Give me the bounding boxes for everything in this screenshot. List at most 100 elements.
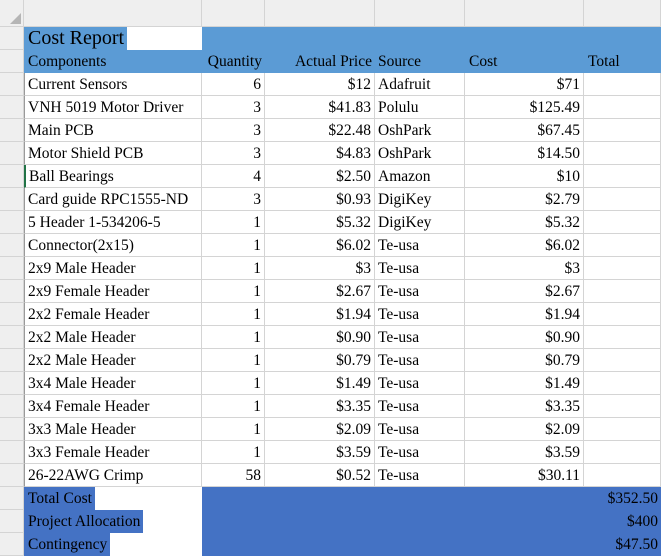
cell-b16[interactable]: 1 [202,372,265,395]
cell-b7[interactable]: 4 [202,165,265,188]
cell-e6[interactable]: $14.50 [465,142,584,165]
cell-a15[interactable]: 2x2 Male Header [24,349,202,372]
cell-e4[interactable]: $125.49 [465,96,584,119]
cell-e10[interactable]: $6.02 [465,234,584,257]
cell-f10[interactable] [584,234,661,257]
cell-f14[interactable] [584,326,661,349]
cell-e7[interactable]: $10 [465,165,584,188]
cell-f17[interactable] [584,395,661,418]
row-header-21[interactable] [0,487,24,510]
cell-f2[interactable]: Total [584,50,661,73]
cell-d21[interactable] [375,487,465,510]
cell-a2[interactable]: Components [24,50,202,73]
row-header-10[interactable] [0,234,24,257]
cell-c13[interactable]: $1.94 [265,303,375,326]
cell-d4[interactable]: Polulu [375,96,465,119]
cell-c22[interactable] [265,510,375,533]
cell-e14[interactable]: $0.90 [465,326,584,349]
cell-c14[interactable]: $0.90 [265,326,375,349]
cell-c16[interactable]: $1.49 [265,372,375,395]
cell-e15[interactable]: $0.79 [465,349,584,372]
cell-b6[interactable]: 3 [202,142,265,165]
row-header-17[interactable] [0,395,24,418]
cell-d16[interactable]: Te-usa [375,372,465,395]
cell-d5[interactable]: OshPark [375,119,465,142]
cell-a13[interactable]: 2x2 Female Header [24,303,202,326]
cell-d15[interactable]: Te-usa [375,349,465,372]
cell-e9[interactable]: $5.32 [465,211,584,234]
cell-c4[interactable]: $41.83 [265,96,375,119]
cell-d10[interactable]: Te-usa [375,234,465,257]
cell-d9[interactable]: DigiKey [375,211,465,234]
row-header-1[interactable] [0,27,24,50]
cell-e18[interactable]: $2.09 [465,418,584,441]
column-header-a[interactable] [24,0,202,27]
cell-f19[interactable] [584,441,661,464]
cell-d14[interactable]: Te-usa [375,326,465,349]
cell-f15[interactable] [584,349,661,372]
cell-c20[interactable]: $0.52 [265,464,375,487]
cell-f21[interactable]: $352.50 [584,487,661,510]
cell-b4[interactable]: 3 [202,96,265,119]
cell-b1[interactable] [202,27,265,50]
row-header-13[interactable] [0,303,24,326]
cell-f1[interactable] [584,27,661,50]
cell-d13[interactable]: Te-usa [375,303,465,326]
cell-a1[interactable]: Cost Report [24,27,128,50]
row-header-12[interactable] [0,280,24,303]
cell-c10[interactable]: $6.02 [265,234,375,257]
cell-d1[interactable] [375,27,465,50]
cell-a4[interactable]: VNH 5019 Motor Driver [24,96,202,119]
cell-d2[interactable]: Source [375,50,465,73]
cell-c11[interactable]: $3 [265,257,375,280]
cell-e1[interactable] [465,27,584,50]
cell-d18[interactable]: Te-usa [375,418,465,441]
cell-a19[interactable]: 3x3 Female Header [24,441,202,464]
cell-f22[interactable]: $400 [584,510,661,533]
column-header-e[interactable] [465,0,584,27]
cell-f13[interactable] [584,303,661,326]
cell-a12[interactable]: 2x9 Female Header [24,280,202,303]
select-all-corner[interactable] [0,0,24,27]
cell-e16[interactable]: $1.49 [465,372,584,395]
cell-a16[interactable]: 3x4 Male Header [24,372,202,395]
cell-e20[interactable]: $30.11 [465,464,584,487]
cell-f3[interactable] [584,73,661,96]
cell-d22[interactable] [375,510,465,533]
column-header-c[interactable] [265,0,375,27]
cell-d7[interactable]: Amazon [375,165,465,188]
cell-d17[interactable]: Te-usa [375,395,465,418]
cell-e22[interactable] [465,510,584,533]
row-header-18[interactable] [0,418,24,441]
cell-c8[interactable]: $0.93 [265,188,375,211]
row-header-11[interactable] [0,257,24,280]
cell-e3[interactable]: $71 [465,73,584,96]
cell-a21[interactable]: Total Cost [24,487,95,510]
cell-e12[interactable]: $2.67 [465,280,584,303]
cell-c5[interactable]: $22.48 [265,119,375,142]
cell-a6[interactable]: Motor Shield PCB [24,142,202,165]
row-header-7[interactable] [0,165,24,188]
cell-c23[interactable] [265,533,375,556]
cell-c7[interactable]: $2.50 [265,165,375,188]
cell-c15[interactable]: $0.79 [265,349,375,372]
cell-e13[interactable]: $1.94 [465,303,584,326]
cell-e23[interactable] [465,533,584,556]
cell-a23[interactable]: Contingency [24,533,111,556]
cell-b21[interactable] [202,487,265,510]
cell-b11[interactable]: 1 [202,257,265,280]
cell-e8[interactable]: $2.79 [465,188,584,211]
cell-a9[interactable]: 5 Header 1-534206-5 [24,211,202,234]
cell-c2[interactable]: Actual Price [265,50,375,73]
cell-c17[interactable]: $3.35 [265,395,375,418]
cell-f5[interactable] [584,119,661,142]
cell-b18[interactable]: 1 [202,418,265,441]
cell-c19[interactable]: $3.59 [265,441,375,464]
cell-d23[interactable] [375,533,465,556]
cell-c18[interactable]: $2.09 [265,418,375,441]
cell-b3[interactable]: 6 [202,73,265,96]
row-header-2[interactable] [0,50,24,73]
cell-b14[interactable]: 1 [202,326,265,349]
cell-a20[interactable]: 26-22AWG Crimp [24,464,202,487]
cell-b10[interactable]: 1 [202,234,265,257]
